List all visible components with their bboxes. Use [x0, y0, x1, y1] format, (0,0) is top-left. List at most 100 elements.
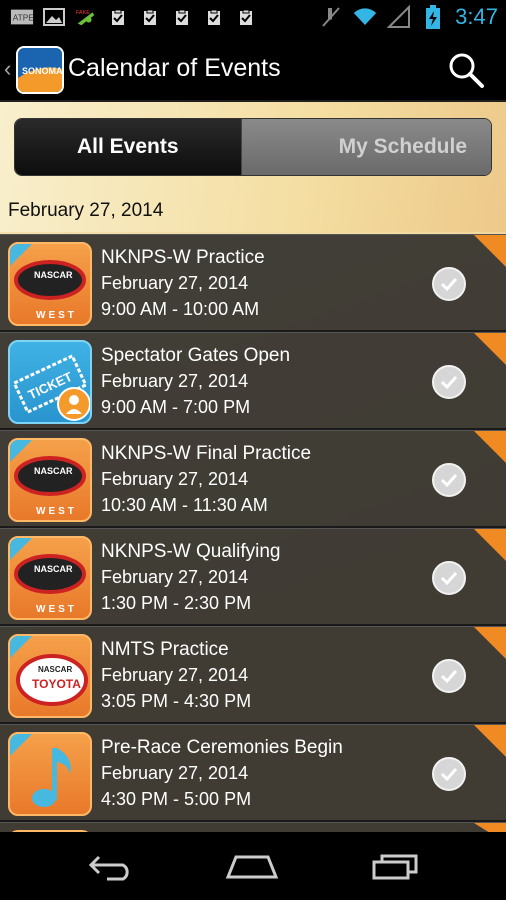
ticket-icon: TICKET	[8, 340, 92, 424]
event-time: 4:30 PM - 5:00 PM	[101, 789, 252, 809]
notification-icons: ATPE FAKE	[10, 6, 258, 28]
system-icons: 3:47	[319, 4, 498, 30]
event-corner-flag	[474, 823, 506, 832]
event-time: 10:30 AM - 11:30 AM	[101, 495, 268, 515]
check-box-icon	[138, 6, 162, 28]
svg-text:FAKE: FAKE	[76, 10, 90, 16]
back-button[interactable]	[82, 848, 142, 884]
check-box-icon	[202, 6, 226, 28]
schedule-toggle: All Events My Schedule	[14, 118, 492, 176]
event-corner-flag	[474, 627, 506, 659]
check-icon	[440, 669, 458, 684]
tab-my-schedule[interactable]: My Schedule	[240, 119, 491, 175]
svg-text:WEST: WEST	[36, 604, 77, 615]
event-name: NKNPS-W Practice	[101, 247, 265, 268]
image-icon	[42, 6, 66, 28]
event-date: February 27, 2014	[101, 665, 249, 685]
signal-icon	[387, 5, 411, 28]
home-icon	[225, 855, 279, 879]
check-box-icon	[170, 6, 194, 28]
event-row[interactable]: NASCAR WEST NKNPS-W Final Practice Febru…	[0, 430, 506, 528]
event-corner-flag	[474, 431, 506, 463]
action-bar: ‹ SONOMA Calendar of Events	[0, 36, 506, 102]
page-title: Calendar of Events	[68, 54, 281, 82]
event-time: 9:00 AM - 7:00 PM	[101, 397, 251, 417]
tab-all-events[interactable]: All Events	[15, 119, 241, 175]
svg-text:NASCAR: NASCAR	[38, 665, 72, 674]
recent-apps-icon	[372, 854, 418, 880]
svg-text:SONOMA: SONOMA	[22, 66, 63, 76]
add-to-schedule-button[interactable]	[432, 561, 466, 595]
check-icon	[440, 767, 458, 782]
check-icon	[440, 473, 458, 488]
event-date: February 27, 2014	[101, 469, 249, 489]
event-date: February 27, 2014	[101, 567, 249, 587]
event-name: NMTS Practice	[101, 639, 229, 660]
status-bar: ATPE FAKE 3:47	[0, 0, 506, 36]
svg-text:ATPE: ATPE	[13, 13, 34, 23]
date-section-header: February 27, 2014	[8, 200, 164, 221]
event-corner-flag	[474, 235, 506, 267]
event-corner-flag	[474, 333, 506, 365]
app-logo[interactable]: SONOMA	[16, 46, 64, 94]
recent-apps-button[interactable]	[366, 848, 426, 884]
event-row[interactable]: Pre-Race Ceremonies Begin February 27, 2…	[0, 724, 506, 822]
check-icon	[440, 571, 458, 586]
home-button[interactable]	[222, 848, 282, 884]
nascar-west-icon: NASCAR WEST	[8, 242, 92, 326]
event-row[interactable]: NASCAR TOYOTA NMTS Practice February 27,…	[0, 626, 506, 724]
svg-text:WEST: WEST	[36, 506, 77, 517]
svg-text:WEST: WEST	[36, 310, 77, 321]
fake-gps-icon: FAKE	[74, 6, 98, 28]
nascar-west-icon: NASCAR WEST	[8, 536, 92, 620]
search-icon	[449, 53, 484, 88]
event-date: February 27, 2014	[101, 273, 249, 293]
main-content: All Events My Schedule February 27, 2014…	[0, 102, 506, 832]
add-to-schedule-button[interactable]	[432, 365, 466, 399]
add-to-schedule-button[interactable]	[432, 757, 466, 791]
check-icon	[440, 277, 458, 292]
event-date: February 27, 2014	[101, 763, 249, 783]
check-icon	[440, 375, 458, 390]
mute-icon	[319, 6, 343, 28]
event-icon-corner-mark	[10, 244, 32, 266]
event-icon-corner-mark	[10, 734, 32, 756]
clock: 3:47	[455, 4, 498, 29]
event-name: NKNPS-W Final Practice	[101, 443, 312, 464]
check-box-icon	[234, 6, 258, 28]
add-to-schedule-button[interactable]	[432, 267, 466, 301]
back-arrow-icon	[88, 855, 129, 881]
svg-text:NASCAR: NASCAR	[34, 564, 73, 574]
add-to-schedule-button[interactable]	[432, 659, 466, 693]
search-button[interactable]	[446, 50, 486, 90]
event-row[interactable]	[0, 822, 506, 832]
atpe-icon: ATPE	[10, 6, 34, 28]
up-chevron-icon[interactable]: ‹	[4, 56, 11, 82]
event-corner-flag	[474, 529, 506, 561]
add-to-schedule-button[interactable]	[432, 463, 466, 497]
event-name: Spectator Gates Open	[101, 345, 291, 366]
music-note-icon	[8, 732, 92, 816]
nascar-toyota-icon: NASCAR TOYOTA	[8, 634, 92, 718]
battery-charging-icon	[421, 5, 445, 29]
event-time: 9:00 AM - 10:00 AM	[101, 299, 260, 319]
event-name: Pre-Race Ceremonies Begin	[101, 737, 343, 758]
event-date: February 27, 2014	[101, 371, 249, 391]
check-box-icon	[106, 6, 130, 28]
event-name: NKNPS-W Qualifying	[101, 541, 281, 562]
event-time: 1:30 PM - 2:30 PM	[101, 593, 252, 613]
wifi-icon	[353, 6, 377, 28]
event-icon-corner-mark	[10, 636, 32, 658]
event-row[interactable]: NASCAR WEST NKNPS-W Practice February 27…	[0, 234, 506, 332]
svg-text:NASCAR: NASCAR	[34, 466, 73, 476]
event-icon-corner-mark	[10, 538, 32, 560]
event-icon-corner-mark	[10, 440, 32, 462]
event-time: 3:05 PM - 4:30 PM	[101, 691, 252, 711]
svg-text:TOYOTA: TOYOTA	[32, 677, 81, 691]
event-row[interactable]: NASCAR WEST NKNPS-W Qualifying February …	[0, 528, 506, 626]
navigation-bar	[0, 832, 506, 900]
svg-text:NASCAR: NASCAR	[34, 270, 73, 280]
event-row[interactable]: TICKET Spectator Gates Open February 27,…	[0, 332, 506, 430]
event-corner-flag	[474, 725, 506, 757]
nascar-west-icon: NASCAR WEST	[8, 438, 92, 522]
